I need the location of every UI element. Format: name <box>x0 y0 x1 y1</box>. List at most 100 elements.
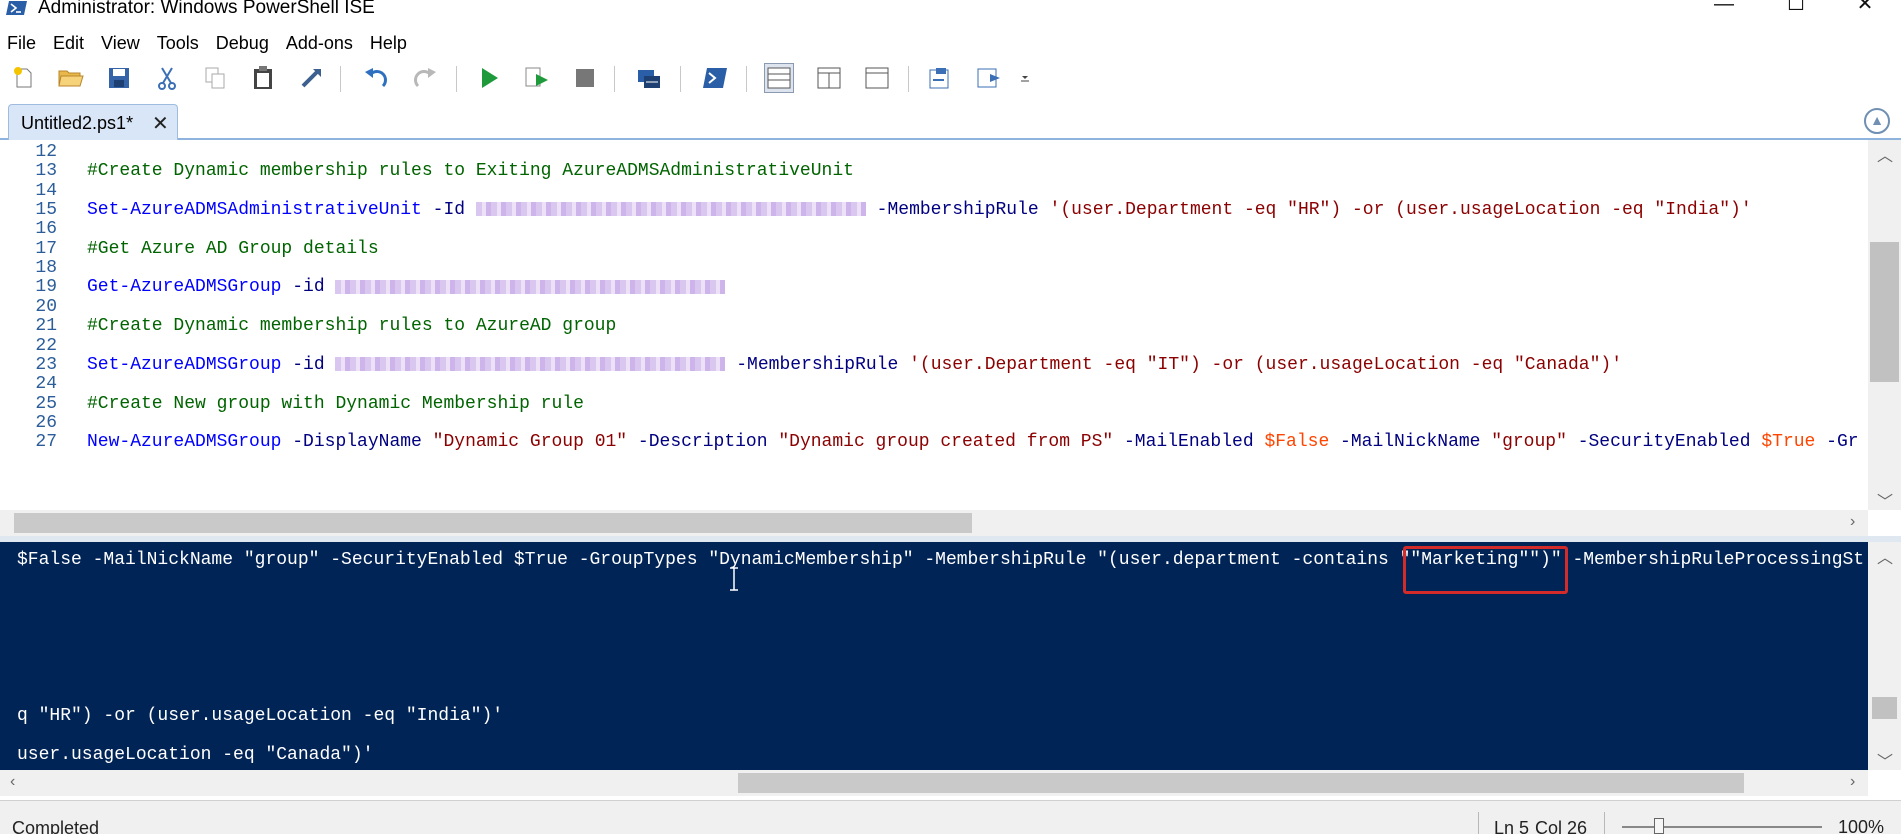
console-scroll-up-icon[interactable]: ︿ <box>1877 544 1893 568</box>
code-text: #Create Dynamic membership rules to Azur… <box>87 316 616 336</box>
zoom-slider-thumb[interactable] <box>1654 818 1664 834</box>
run-script-icon[interactable] <box>474 63 504 93</box>
collapse-script-pane-icon[interactable]: ▲ <box>1864 108 1890 134</box>
console-vertical-scrollbar[interactable] <box>1868 542 1901 770</box>
show-script-top-icon[interactable] <box>764 63 794 93</box>
powershell-app-icon <box>6 1 27 15</box>
redacted-id <box>475 202 866 217</box>
menu-file[interactable]: File <box>0 30 46 58</box>
code-token: '(user.Department -eq "IT") -or (user.us… <box>909 354 1623 375</box>
code-token: "group" <box>1491 432 1567 453</box>
line-number: 15 <box>35 200 57 221</box>
copy-icon[interactable] <box>200 63 230 93</box>
console-scroll-right-icon[interactable]: › <box>1850 773 1855 791</box>
redo-icon[interactable] <box>410 63 440 93</box>
code-token: -SecurityEnabled <box>1566 432 1762 453</box>
save-icon[interactable] <box>104 63 134 93</box>
editor-horizontal-scroll-thumb[interactable] <box>14 513 972 533</box>
code-token: -Gr <box>1815 432 1859 453</box>
close-window-button[interactable]: ✕ <box>1835 0 1895 16</box>
redacted-id <box>335 357 726 372</box>
code-text: #Create New group with Dynamic Membershi… <box>87 394 584 414</box>
code-token: #Create Dynamic membership rules to Azur… <box>87 316 617 337</box>
tab-close-icon[interactable]: ✕ <box>152 111 169 136</box>
toolbar-separator <box>908 66 909 92</box>
tab-strip: Untitled2.ps1* ✕ <box>0 100 1901 140</box>
zoom-level: 100% <box>1838 817 1885 834</box>
show-command-addon-icon[interactable] <box>974 63 1004 93</box>
code-text: #Create Dynamic membership rules to Exit… <box>87 161 854 181</box>
line-number: 16 <box>35 219 57 240</box>
maximize-button[interactable]: ☐ <box>1766 0 1826 16</box>
line-number: 26 <box>35 412 57 433</box>
line-number: 14 <box>35 180 57 201</box>
show-script-right-icon[interactable] <box>814 63 844 93</box>
console-pane[interactable]: $False -MailNickName "group" -SecurityEn… <box>0 542 1868 770</box>
line-number: 18 <box>35 258 57 279</box>
show-command-window-icon[interactable] <box>926 63 956 93</box>
editor-scroll-up-icon[interactable]: ︿ <box>1877 142 1893 166</box>
code-token: $True <box>1761 432 1816 453</box>
toolbar-separator <box>456 66 457 92</box>
tab-untitled2[interactable]: Untitled2.ps1* ✕ <box>8 104 178 140</box>
code-token: New-AzureADMSGroup <box>87 432 282 453</box>
menu-bar: File Edit View Tools Debug Add-ons Help <box>0 30 417 58</box>
script-editor[interactable]: 12 13 #Create Dynamic membership rules to … <box>0 140 1868 510</box>
code-text: Get-AzureADMSGroup -id <box>87 277 726 297</box>
menu-addons[interactable]: Add-ons <box>279 30 363 58</box>
run-selection-icon[interactable] <box>522 63 552 93</box>
minimize-button[interactable]: — <box>1694 0 1754 16</box>
console-horizontal-scroll-thumb[interactable] <box>738 773 1744 793</box>
open-folder-icon[interactable] <box>56 63 86 93</box>
toolbar-separator <box>746 66 747 92</box>
tab-label: Untitled2.ps1* <box>21 113 134 133</box>
text-cursor-icon <box>730 567 738 591</box>
code-text: New-AzureADMSGroup -DisplayName "Dynamic… <box>87 432 1859 452</box>
code-token: -MembershipRule <box>725 354 910 375</box>
clear-console-icon[interactable] <box>296 63 326 93</box>
title-bar: Administrator: Windows PowerShell ISE — … <box>0 0 1901 18</box>
code-text: #Get Azure AD Group details <box>87 239 379 259</box>
code-text: Set-AzureADMSGroup -id -MembershipRule '… <box>87 355 1622 375</box>
line-number: 21 <box>35 316 57 337</box>
paste-icon[interactable] <box>248 63 278 93</box>
code-token: '(user.Department -eq "HR") -or (user.us… <box>1049 200 1752 221</box>
console-scroll-left-icon[interactable]: ‹ <box>10 773 15 791</box>
editor-vertical-scroll-thumb[interactable] <box>1870 242 1899 382</box>
menu-tools[interactable]: Tools <box>150 30 209 58</box>
line-number: 24 <box>35 374 57 395</box>
start-powershell-icon[interactable] <box>700 63 730 93</box>
undo-icon[interactable] <box>361 63 391 93</box>
new-script-icon[interactable] <box>9 63 39 93</box>
console-vertical-scroll-thumb[interactable] <box>1872 697 1897 719</box>
stop-icon[interactable] <box>570 63 600 93</box>
line-number: 27 <box>35 432 57 453</box>
line-number: 23 <box>35 354 57 375</box>
new-remote-tab-icon[interactable] <box>634 63 664 93</box>
menu-debug[interactable]: Debug <box>209 30 279 58</box>
menu-edit[interactable]: Edit <box>46 30 94 58</box>
status-separator <box>1604 812 1605 834</box>
line-number: 22 <box>35 335 57 356</box>
console-line: user.usageLocation -eq "Canada")' <box>17 745 374 765</box>
code-token: "Dynamic group created from PS" <box>778 432 1114 453</box>
show-script-maximized-icon[interactable] <box>862 63 892 93</box>
toolbar <box>0 58 1901 96</box>
cut-icon[interactable] <box>152 63 182 93</box>
toolbar-separator <box>340 66 341 92</box>
line-number: 19 <box>35 277 57 298</box>
line-number: 17 <box>35 238 57 259</box>
menu-view[interactable]: View <box>94 30 150 58</box>
toolbar-separator <box>680 66 681 92</box>
code-token: Set-AzureADMSGroup <box>87 354 282 375</box>
menu-help[interactable]: Help <box>363 30 417 58</box>
status-line-number: Ln 5 <box>1494 818 1530 834</box>
console-scroll-down-icon[interactable]: ﹀ <box>1877 748 1893 772</box>
toolbar-overflow-icon[interactable] <box>1012 63 1038 93</box>
code-token: -MailEnabled <box>1113 432 1265 453</box>
editor-scroll-right-icon[interactable]: › <box>1850 513 1855 531</box>
code-token: #Get Azure AD Group details <box>87 238 379 259</box>
zoom-slider-track[interactable] <box>1622 826 1822 828</box>
editor-scroll-down-icon[interactable]: ﹀ <box>1877 488 1893 512</box>
code-text: Set-AzureADMSAdministrativeUnit -Id -Mem… <box>87 200 1752 220</box>
